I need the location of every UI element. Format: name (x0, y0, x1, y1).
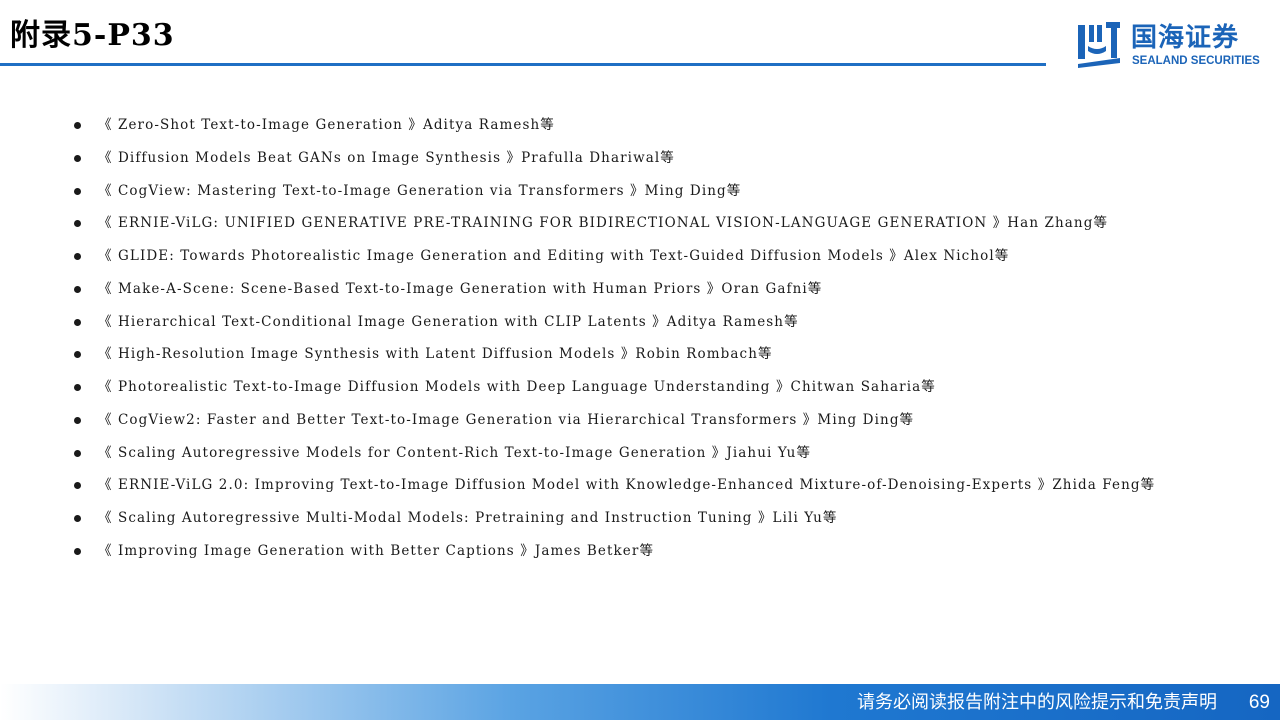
logo-name-english: SEALAND SECURITIES (1132, 55, 1260, 67)
bullet-icon (74, 187, 81, 195)
reference-text: 《 Zero-Shot Text-to-Image Generation 》Ad… (98, 117, 555, 133)
reference-text: 《 Improving Image Generation with Better… (98, 542, 655, 559)
reference-text: 《 Hierarchical Text-Conditional Image Ge… (98, 313, 799, 330)
bullet-icon (74, 384, 81, 391)
bullet-icon (74, 318, 81, 326)
bullet-icon (74, 253, 81, 260)
reference-text: 《 Diffusion Models Beat GANs on Image Sy… (98, 149, 675, 166)
footer-disclaimer: 请务必阅读报告附注中的风险提示和免责声明 (857, 692, 1217, 713)
sealand-logo-icon (1078, 22, 1120, 68)
bullet-icon (74, 122, 81, 129)
company-logo: 国海证券 SEALAND SECURITIES (1076, 20, 1266, 72)
reference-text: 《 Scaling Autoregressive Models for Cont… (98, 444, 812, 461)
bullet-icon (74, 515, 81, 522)
reference-text: 《 GLIDE: Towards Photorealistic Image Ge… (98, 248, 1010, 264)
reference-text: 《 CogView2: Faster and Better Text-to-Im… (98, 411, 915, 428)
bullet-icon (74, 416, 81, 424)
reference-text: 《 ERNIE-ViLG 2.0: Improving Text-to-Imag… (98, 477, 1156, 494)
bullet-icon (74, 547, 81, 555)
reference-text: 《 CogView: Mastering Text-to-Image Gener… (98, 182, 742, 199)
footer-bar: 请务必阅读报告附注中的风险提示和免责声明 69 (0, 684, 1280, 720)
reference-text: 《 High-Resolution Image Synthesis with L… (98, 346, 773, 363)
logo-name-chinese: 国海证券 (1131, 23, 1240, 53)
reference-text: 《 Scaling Autoregressive Multi-Modal Mod… (98, 510, 838, 526)
bullet-icon (74, 351, 81, 359)
slide-page: 附录5-P33 国海证券 SEALAND SECURITIES 《 Zero-S… (0, 0, 1280, 720)
reference-text: 《 Make-A-Scene: Scene-Based Text-to-Imag… (98, 280, 823, 297)
bullet-icon (74, 220, 81, 228)
bullet-icon (74, 285, 81, 293)
page-title: 附录5-P33 (10, 18, 175, 53)
header-divider (0, 63, 1046, 66)
reference-text: 《 Photorealistic Text-to-Image Diffusion… (98, 379, 936, 395)
page-number: 69 (1248, 692, 1270, 713)
bullet-icon (74, 449, 81, 457)
bullet-icon (74, 482, 81, 490)
reference-text: 《 ERNIE-ViLG: UNIFIED GENERATIVE PRE-TRA… (98, 215, 1109, 232)
bullet-icon (74, 154, 81, 162)
